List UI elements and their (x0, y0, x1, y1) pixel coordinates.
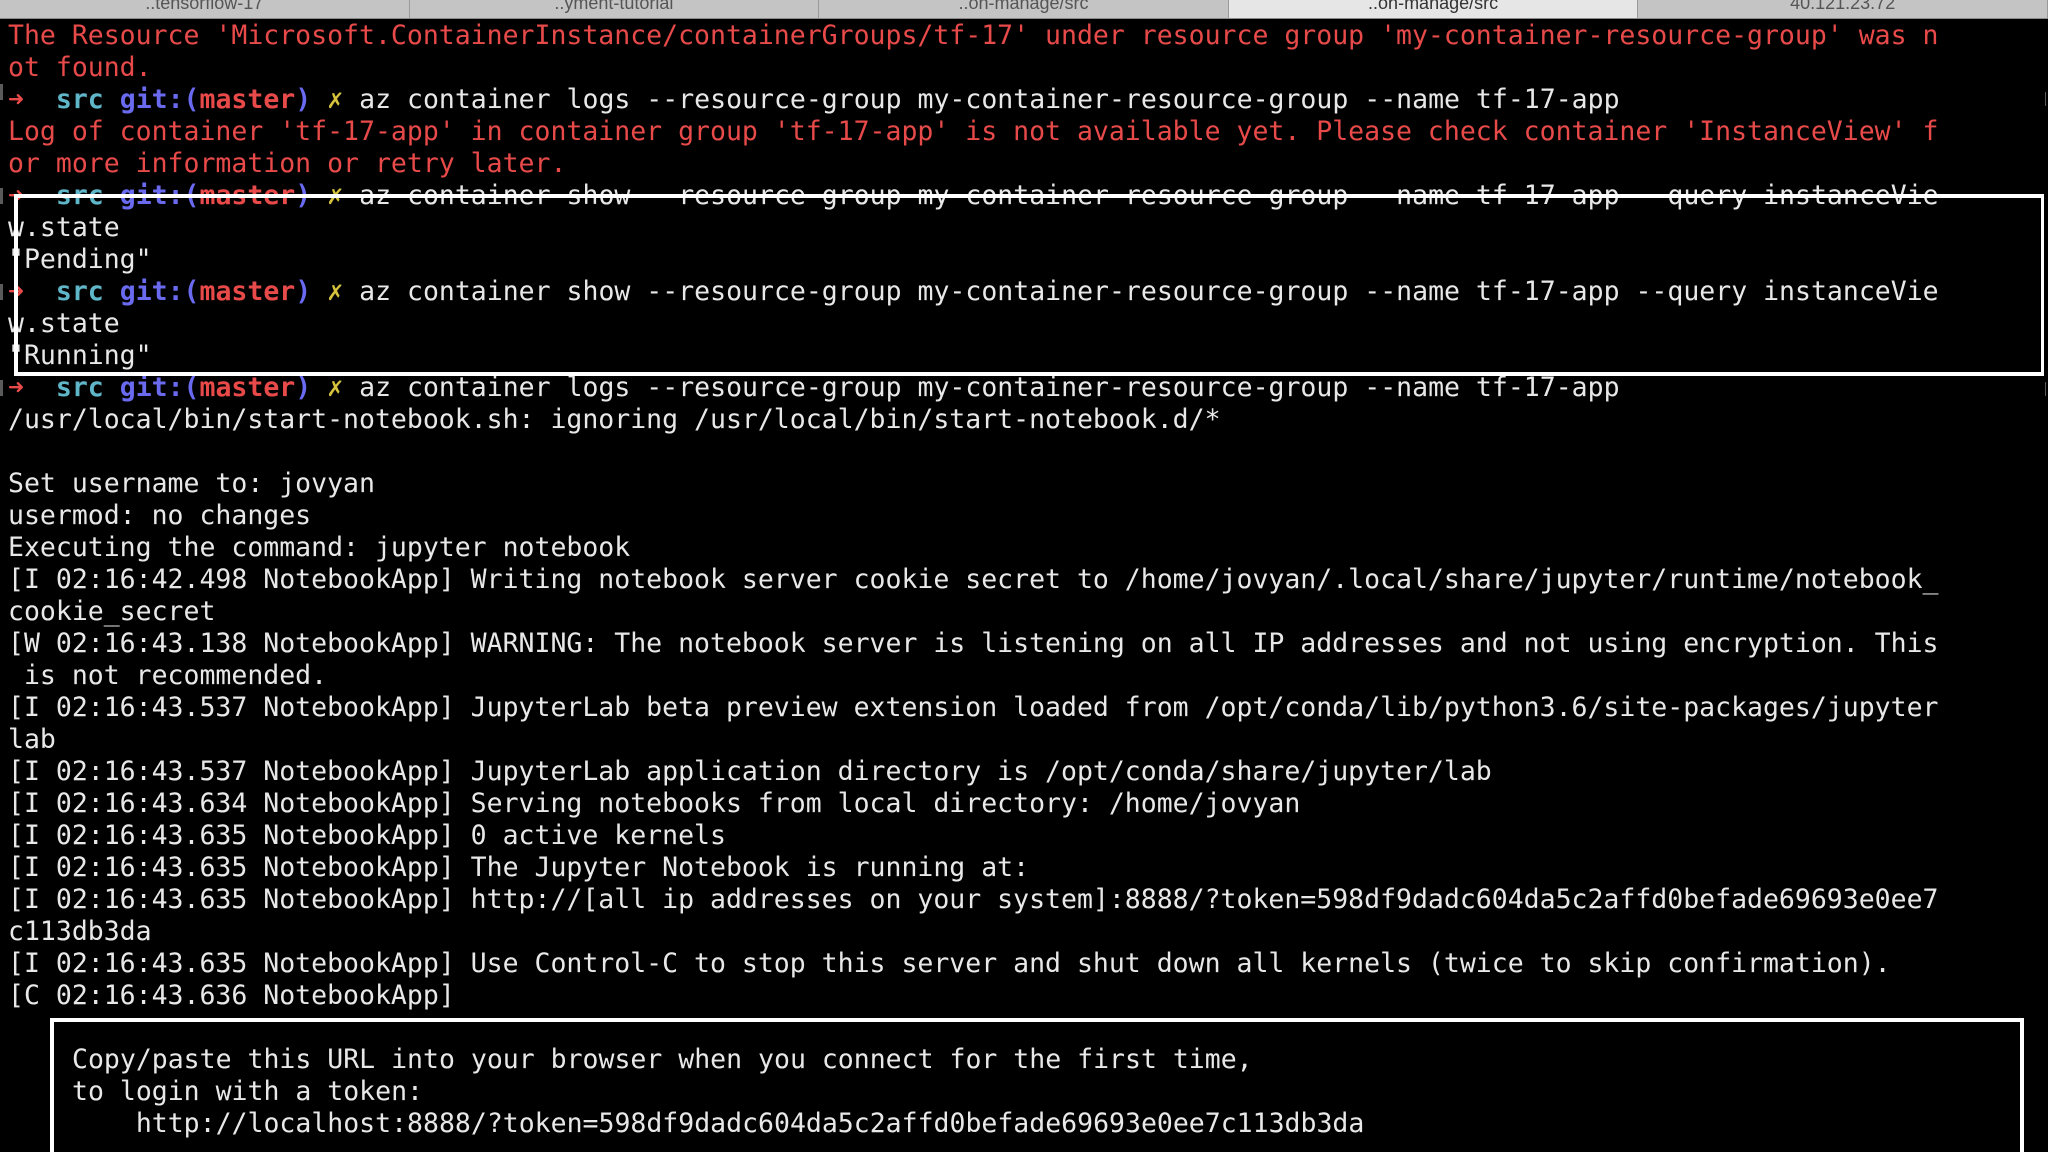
command-text: az container logs --resource-group my-co… (359, 84, 1620, 115)
prompt-arrow-icon: ➜ (8, 84, 24, 115)
tab-manage-src-1[interactable]: ..on-manage/src (819, 0, 1229, 18)
prompt-branch: master (199, 180, 296, 211)
tab-bar: ..tensorflow-17 ..yment-tutorial ..on-ma… (0, 0, 2048, 19)
prompt-dirty-icon: ✗ (327, 84, 344, 115)
copy-url-instruction: Copy/paste this URL into your browser wh… (72, 1044, 1253, 1075)
prompt-marker (0, 188, 3, 204)
error-line: Log of container 'tf-17-app' in containe… (8, 116, 1939, 147)
tab-deployment-tutorial[interactable]: ..yment-tutorial (409, 0, 820, 18)
error-line: or more information or retry later. (8, 148, 567, 179)
output-line: "Pending" (8, 244, 152, 275)
prompt-git-close: ) (295, 276, 312, 307)
prompt-branch: master (199, 276, 296, 307)
log-line: [I 02:16:43.634 NotebookApp] Serving not… (8, 788, 1301, 819)
output-line: "Running" (8, 340, 152, 371)
output-line: usermod: no changes (8, 500, 312, 531)
tab-remote-host[interactable]: 40.121.23.72 (1638, 0, 2048, 18)
prompt-git-close: ) (295, 84, 312, 115)
prompt-dirty-icon: ✗ (327, 180, 344, 211)
log-line: lab (8, 724, 56, 755)
output-line: /usr/local/bin/start-notebook.sh: ignori… (8, 404, 1221, 435)
prompt-directory: src (55, 84, 104, 115)
prompt-marker (0, 84, 3, 100)
tab-manage-src-2[interactable]: ..on-manage/src (1228, 0, 1639, 18)
prompt-git-label: git:( (119, 180, 200, 211)
prompt-line: ➜ src git:(master) ✗ az container show -… (8, 276, 2042, 308)
prompt-arrow-icon: ➜ (8, 276, 24, 307)
command-text: az container show --resource-group my-co… (359, 180, 1939, 211)
log-line: c113db3da (8, 916, 152, 947)
prompt-line: ➜ src git:(master) ✗ az container show -… (8, 180, 2042, 212)
output-line: w.state (8, 212, 120, 243)
prompt-directory: src (55, 180, 104, 211)
log-line: [I 02:16:43.537 NotebookApp] JupyterLab … (8, 692, 1939, 723)
prompt-marker (0, 284, 3, 300)
tab-tensorflow-17[interactable]: ..tensorflow-17 (0, 0, 410, 18)
prompt-branch: master (199, 84, 296, 115)
log-line: [I 02:16:43.537 NotebookApp] JupyterLab … (8, 756, 1492, 787)
output-line: Executing the command: jupyter notebook (8, 532, 631, 563)
error-line: The Resource 'Microsoft.ContainerInstanc… (8, 20, 1939, 51)
localhost-token-url[interactable]: http://localhost:8888/?token=598df9dadc6… (72, 1108, 1365, 1140)
prompt-line: ➜ src git:(master) ✗ az container logs -… (8, 372, 2042, 404)
prompt-right-marker (2042, 382, 2046, 396)
log-line: [I 02:16:43.635 NotebookApp] http://[all… (8, 884, 1939, 915)
log-line: cookie_secret (8, 596, 216, 627)
prompt-directory: src (55, 276, 104, 307)
prompt-git-close: ) (295, 372, 312, 403)
log-line: [I 02:16:43.635 NotebookApp] Use Control… (8, 948, 1891, 979)
prompt-dirty-icon: ✗ (327, 276, 344, 307)
log-line: [W 02:16:43.138 NotebookApp] WARNING: Th… (8, 628, 1939, 659)
output-line: Set username to: jovyan (8, 468, 375, 499)
command-text: az container show --resource-group my-co… (359, 276, 1939, 307)
prompt-arrow-icon: ➜ (8, 372, 24, 403)
log-line: [I 02:16:43.635 NotebookApp] The Jupyter… (8, 852, 1030, 883)
command-text: az container logs --resource-group my-co… (359, 372, 1620, 403)
prompt-git-label: git:( (119, 372, 200, 403)
prompt-arrow-icon: ➜ (8, 180, 24, 211)
log-line: [I 02:16:42.498 NotebookApp] Writing not… (8, 564, 1939, 595)
prompt-git-label: git:( (119, 84, 200, 115)
prompt-dirty-icon: ✗ (327, 372, 344, 403)
output-line: w.state (8, 308, 120, 339)
prompt-git-close: ) (295, 180, 312, 211)
prompt-branch: master (199, 372, 296, 403)
log-line: [C 02:16:43.636 NotebookApp] (8, 980, 455, 1011)
prompt-git-label: git:( (119, 276, 200, 307)
prompt-line: ➜ src git:(master) ✗ az container logs -… (8, 84, 2042, 116)
prompt-directory: src (55, 372, 104, 403)
error-line: ot found. (8, 52, 152, 83)
log-line: [I 02:16:43.635 NotebookApp] 0 active ke… (8, 820, 726, 851)
prompt-marker (0, 380, 3, 396)
log-line: is not recommended. (8, 660, 328, 691)
terminal-output[interactable]: The Resource 'Microsoft.ContainerInstanc… (0, 18, 2048, 1152)
prompt-right-marker (2042, 92, 2046, 106)
login-token-instruction: to login with a token: (72, 1076, 423, 1107)
